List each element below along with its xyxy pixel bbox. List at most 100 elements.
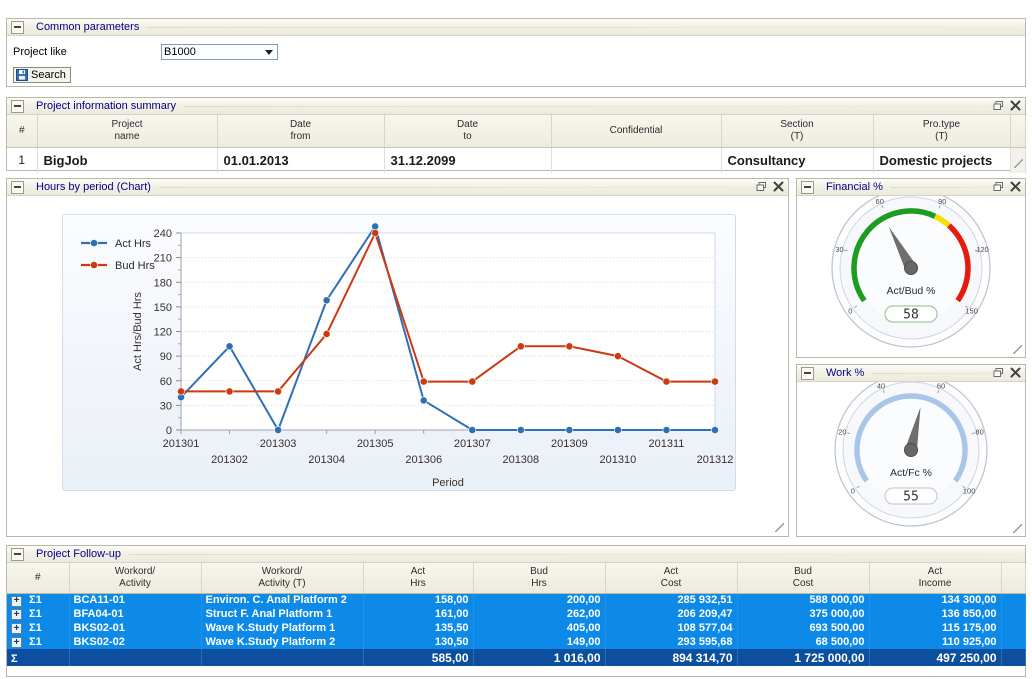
column-confidential[interactable]: Confidential (551, 115, 722, 148)
scrollbar-column[interactable] (1010, 115, 1026, 148)
data-point[interactable] (711, 426, 719, 434)
close-icon[interactable] (1010, 100, 1021, 111)
cell-index: + Σ1 (7, 607, 70, 621)
cell-workord-t: Wave K.Study Platform 2 (201, 635, 364, 649)
legend-label[interactable]: Bud Hrs (115, 260, 155, 272)
work-panel-header: Work % (797, 365, 1025, 382)
data-point[interactable] (371, 222, 380, 231)
column-bud-hrs[interactable]: Bud Hrs (473, 563, 606, 594)
data-point[interactable] (662, 377, 671, 386)
data-point[interactable] (565, 426, 574, 434)
plus-icon[interactable]: + (11, 637, 22, 649)
project-followup-header: Project Follow-up (7, 546, 1025, 563)
data-point[interactable] (274, 387, 282, 396)
x-tick-label: 201301 (163, 438, 200, 450)
data-point[interactable] (177, 387, 185, 396)
column-date-from[interactable]: Date from (217, 115, 385, 148)
table-row[interactable]: + Σ1 BKS02-01 Wave K.Study Platform 1 135,50… (7, 621, 1026, 635)
column-act-hrs[interactable]: Act Hrs (363, 563, 474, 594)
x-tick-label: 201310 (600, 454, 637, 466)
data-point[interactable] (565, 342, 574, 351)
column-index[interactable]: # (7, 563, 70, 594)
data-point[interactable] (516, 426, 525, 434)
cell-bud-hrs: 262,00 (473, 607, 606, 621)
column-bud-cost[interactable]: Bud Cost (737, 563, 870, 594)
data-point[interactable] (225, 387, 234, 396)
x-tick-label: 201308 (502, 454, 539, 466)
data-point[interactable] (371, 229, 380, 237)
total-act-hrs: 585,00 (363, 649, 474, 666)
collapse-icon[interactable] (11, 180, 24, 194)
column-index[interactable]: # (7, 115, 38, 148)
legend-label[interactable]: Act Hrs (115, 238, 152, 250)
collapse-icon[interactable] (11, 20, 24, 34)
restore-icon[interactable] (993, 100, 1004, 111)
project-information-summary-panel: Project information summary # Project na… (6, 97, 1026, 173)
cell-workord-t: Wave K.Study Platform 1 (201, 621, 364, 635)
data-point[interactable] (468, 377, 477, 386)
data-point[interactable] (614, 352, 622, 361)
close-icon[interactable] (1010, 181, 1021, 192)
data-point[interactable] (614, 426, 622, 434)
search-button-label: Search (31, 69, 66, 81)
collapse-icon[interactable] (11, 547, 24, 561)
column-section[interactable]: Section (T) (721, 115, 874, 148)
table-row[interactable]: + Σ1 BCA11-01 Environ. C. Anal Platform 2 15… (7, 593, 1026, 607)
plus-icon[interactable]: + (11, 609, 22, 621)
gauge-hub (904, 261, 918, 275)
column-workord-activity[interactable]: Workord/ Activity (69, 563, 202, 594)
data-point[interactable] (711, 377, 719, 386)
table-row[interactable]: + Σ1 BKS02-02 Wave K.Study Platform 2 130,50… (7, 635, 1026, 649)
gauge-tick-label: 40 (877, 382, 885, 391)
close-icon[interactable] (773, 181, 784, 192)
plus-icon[interactable]: + (11, 623, 22, 635)
project-followup-panel: Project Follow-up # Workord/ Activity Wo… (6, 545, 1026, 677)
gauge-tick-label: 60 (937, 382, 945, 391)
table-row[interactable]: 1 BigJob 01.01.2013 31.12.2099 Consultan… (7, 147, 1026, 173)
data-point[interactable] (419, 377, 428, 386)
column-date-to[interactable]: Date to (384, 115, 552, 148)
column-pro-type[interactable]: Pro.type (T) (873, 115, 1011, 148)
restore-icon[interactable] (993, 367, 1004, 378)
collapse-icon[interactable] (11, 99, 24, 113)
table-row[interactable]: + Σ1 BFA04-01 Struct F. Anal Platform 1 161,… (7, 607, 1026, 621)
column-act-cost[interactable]: Act Cost (605, 563, 738, 594)
resize-grip-icon[interactable] (1013, 524, 1022, 533)
resize-grip-icon[interactable] (1014, 159, 1023, 168)
y-tick-label: 180 (154, 277, 172, 289)
total-act-income: 497 250,00 (869, 649, 1002, 666)
collapse-icon[interactable] (801, 180, 814, 194)
data-point[interactable] (274, 426, 282, 434)
close-icon[interactable] (1010, 367, 1021, 378)
resize-grip-icon[interactable] (775, 523, 784, 532)
financial-gauge: 03060 90120150Act/Bud %58 (831, 188, 991, 348)
restore-icon[interactable] (993, 181, 1004, 192)
column-workord-activity-t[interactable]: Workord/ Activity (T) (201, 563, 364, 594)
data-point[interactable] (419, 396, 428, 405)
column-line-2: to (463, 130, 472, 142)
column-project-name[interactable]: Project name (37, 115, 218, 148)
data-point[interactable] (225, 342, 234, 351)
sum-marker: Σ1 (29, 635, 42, 648)
resize-grip-icon[interactable] (1013, 345, 1022, 354)
data-point[interactable] (468, 426, 477, 434)
plus-icon[interactable]: + (11, 595, 22, 607)
scrollbar-column[interactable] (1001, 563, 1026, 594)
y-tick-label: 150 (154, 302, 172, 314)
gauge-tick-label: 60 (876, 197, 884, 206)
common-parameters-header: Common parameters (7, 19, 1025, 36)
data-point[interactable] (662, 426, 671, 434)
project-like-select[interactable]: B1000 (161, 44, 278, 60)
cell-act-hrs: 158,00 (363, 593, 474, 607)
table-total-row: Σ 585,00 1 016,00 894 314,70 1 725 000,00 497… (7, 649, 1026, 666)
work-gauge-body: 0 20 40 60 80 100 Act/Fc % 55 (797, 373, 1025, 536)
restore-icon[interactable] (756, 181, 767, 192)
search-button[interactable]: Search (13, 67, 71, 83)
cell-act-hrs: 135,50 (363, 621, 474, 635)
data-point[interactable] (516, 342, 525, 351)
data-point[interactable] (322, 330, 331, 338)
column-act-income[interactable]: Act Income (869, 563, 1002, 594)
y-tick-label: 210 (154, 253, 172, 265)
collapse-icon[interactable] (801, 366, 814, 380)
data-point[interactable] (322, 296, 331, 305)
